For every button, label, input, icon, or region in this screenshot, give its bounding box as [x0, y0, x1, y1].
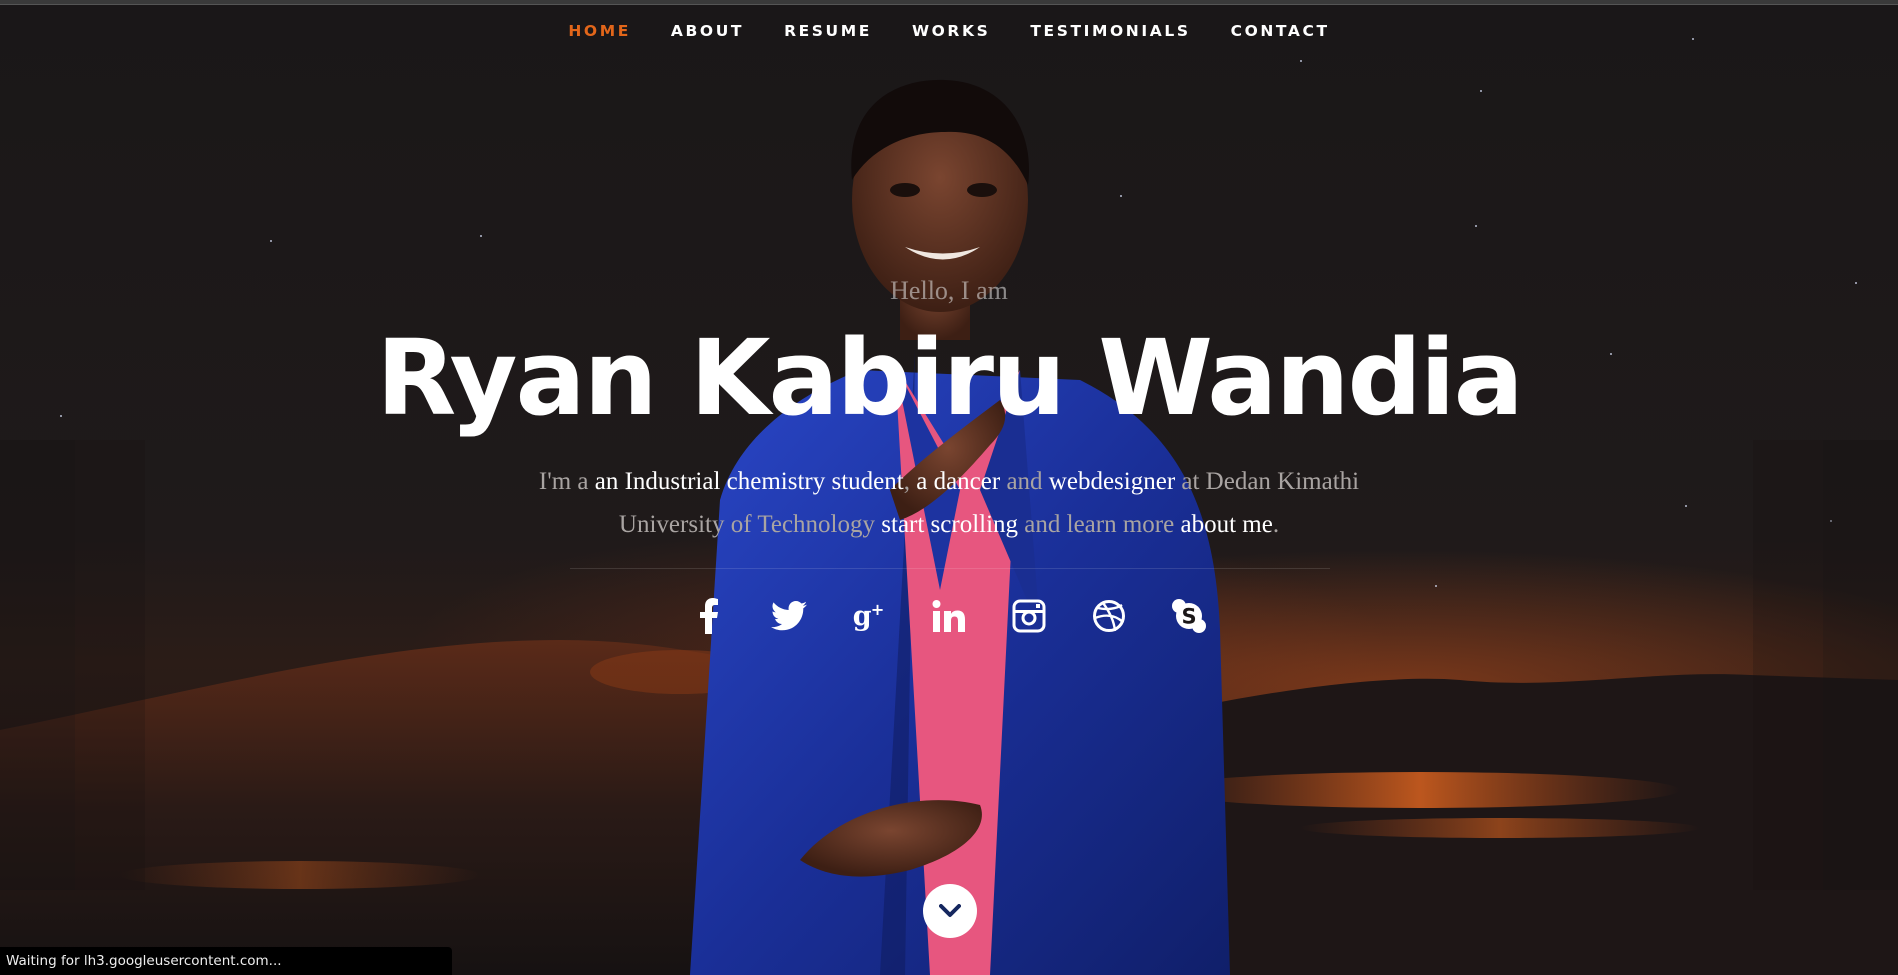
social-links: g + S [0, 598, 1898, 634]
intro-text: and learn more [1018, 511, 1181, 538]
hero-intro: I'm a an Industrial chemistry student, a… [515, 460, 1383, 546]
intro-highlight-webdesigner: webdesigner [1048, 468, 1176, 495]
image-strip [1823, 440, 1898, 890]
browser-status-bar: Waiting for lh3.googleusercontent.com... [0, 947, 452, 975]
intro-text: . [1272, 511, 1280, 538]
google-plus-icon[interactable]: g + [851, 598, 887, 634]
main-navigation: HOME ABOUT RESUME WORKS TESTIMONIALS CON… [0, 22, 1898, 40]
skype-icon[interactable]: S [1171, 598, 1207, 634]
scroll-down-button[interactable] [923, 884, 977, 938]
hero-divider [570, 568, 1330, 569]
hero-greeting: Hello, I am [890, 276, 1008, 305]
intro-highlight-dancer: a dancer [916, 468, 1001, 495]
svg-text:+: + [871, 600, 885, 619]
image-strip [1753, 440, 1823, 890]
nav-contact[interactable]: CONTACT [1231, 22, 1330, 40]
svg-text:g: g [853, 601, 872, 632]
window-top-edge [0, 0, 1898, 5]
nav-home[interactable]: HOME [568, 22, 631, 40]
star [1480, 90, 1482, 92]
intro-text: , [903, 468, 917, 495]
intro-text: I'm a [538, 468, 595, 495]
instagram-icon[interactable] [1011, 598, 1047, 634]
intro-highlight-studies: an Industrial chemistry student [594, 468, 904, 495]
dribbble-icon[interactable] [1091, 598, 1127, 634]
nav-resume[interactable]: RESUME [784, 22, 872, 40]
star [1300, 60, 1302, 62]
intro-text: and [1000, 468, 1049, 495]
svg-text:S: S [1181, 605, 1196, 629]
star [270, 240, 272, 242]
nav-testimonials[interactable]: TESTIMONIALS [1030, 22, 1190, 40]
start-scrolling-link[interactable]: start scrolling [881, 511, 1018, 538]
star [480, 235, 482, 237]
image-strip [75, 440, 145, 890]
image-strip [0, 440, 75, 890]
chevron-down-icon [939, 904, 961, 917]
star [1435, 585, 1437, 587]
nav-about[interactable]: ABOUT [671, 22, 744, 40]
star [1475, 225, 1477, 227]
twitter-icon[interactable] [771, 598, 807, 634]
nav-works[interactable]: WORKS [912, 22, 990, 40]
star [1685, 505, 1687, 507]
facebook-icon[interactable] [691, 598, 727, 634]
linkedin-icon[interactable] [931, 598, 967, 634]
about-me-link[interactable]: about me [1180, 511, 1272, 538]
hero-name: Ryan Kabiru Wandia [376, 317, 1524, 439]
